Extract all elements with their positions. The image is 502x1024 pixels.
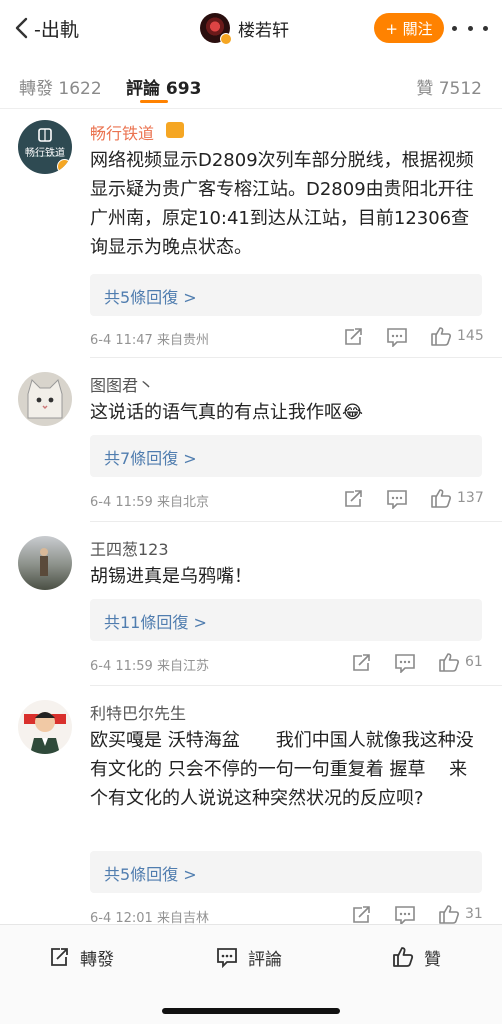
avatar[interactable] bbox=[18, 536, 72, 590]
reply-box[interactable]: 共11條回復 > bbox=[90, 599, 482, 641]
more-icon[interactable] bbox=[452, 16, 488, 40]
avatar-label: 畅行铁道 bbox=[25, 148, 65, 159]
tab-like[interactable]: 贊 7512 bbox=[416, 74, 482, 99]
like-count: 137 bbox=[457, 490, 484, 506]
comment-label: 評論 bbox=[248, 949, 282, 970]
comment-icon bbox=[217, 948, 237, 968]
page-title: 楼若轩 bbox=[238, 20, 289, 41]
comment-meta: 6-4 11:59 来自江苏 bbox=[90, 659, 209, 674]
view-replies-link[interactable]: 共7條回復 > bbox=[104, 445, 197, 469]
comment-author[interactable]: 图图君丶 bbox=[90, 372, 154, 396]
like-count: 61 bbox=[465, 654, 483, 670]
nav-user[interactable]: 楼若轩 bbox=[200, 12, 289, 45]
divider bbox=[0, 108, 502, 109]
comment-icon[interactable] bbox=[386, 489, 408, 509]
like-count: 145 bbox=[457, 328, 484, 344]
tab-repost[interactable]: 轉發 1622 bbox=[19, 74, 102, 99]
tab-comment[interactable]: 評論 693 bbox=[126, 74, 201, 99]
verified-badge-icon bbox=[220, 33, 232, 45]
reply-box[interactable]: 共5條回復 > bbox=[90, 274, 482, 316]
comment-button[interactable]: 評論 bbox=[216, 943, 282, 971]
reply-box[interactable]: 共5條回復 > bbox=[90, 851, 482, 893]
like-icon[interactable] bbox=[438, 652, 460, 672]
like-button[interactable]: 贊 bbox=[392, 943, 441, 971]
share-icon[interactable] bbox=[342, 327, 364, 347]
divider bbox=[90, 685, 502, 686]
divider bbox=[90, 521, 502, 522]
share-icon[interactable] bbox=[350, 905, 372, 925]
like-count: 31 bbox=[465, 906, 483, 922]
share-icon[interactable] bbox=[342, 489, 364, 509]
home-indicator[interactable] bbox=[162, 1008, 340, 1014]
comment-icon[interactable] bbox=[394, 905, 416, 925]
comment-author[interactable]: 王四葱123 bbox=[90, 536, 169, 560]
avatar[interactable] bbox=[18, 700, 72, 754]
tab-bar: 轉發 1622 評論 693 贊 7512 bbox=[0, 64, 502, 108]
share-icon[interactable] bbox=[350, 653, 372, 673]
comment-meta: 6-4 11:59 来自北京 bbox=[90, 495, 209, 510]
cat-icon bbox=[27, 379, 63, 419]
view-replies-link[interactable]: 共5條回復 > bbox=[104, 284, 197, 308]
comment-text: 胡锡进真是乌鸦嘴！ bbox=[90, 566, 252, 587]
divider bbox=[90, 357, 502, 358]
like-icon[interactable] bbox=[430, 326, 452, 346]
repost-button[interactable]: 轉發 bbox=[48, 943, 114, 971]
avatar[interactable] bbox=[200, 13, 232, 45]
comment-text: 这说话的语气真的有点让我作呕😂 bbox=[90, 402, 364, 423]
back-button[interactable]: -出軌 bbox=[12, 12, 79, 44]
like-icon[interactable] bbox=[430, 488, 452, 508]
like-icon bbox=[393, 947, 414, 967]
comment-meta: 6-4 11:47 来自贵州 bbox=[90, 333, 209, 348]
avatar[interactable]: 畅行铁道 bbox=[18, 120, 72, 174]
avatar[interactable] bbox=[18, 372, 72, 426]
verified-badge-icon bbox=[57, 159, 72, 174]
chevron-left-icon bbox=[15, 17, 28, 39]
reply-box[interactable]: 共7條回復 > bbox=[90, 435, 482, 477]
comment-author[interactable]: 畅行铁道 bbox=[90, 120, 154, 144]
top-nav: -出軌 楼若轩 + 關注 bbox=[0, 0, 502, 56]
tab-active-indicator bbox=[140, 100, 168, 103]
comment-author[interactable]: 利特巴尔先生 bbox=[90, 700, 186, 724]
back-label: -出軌 bbox=[34, 18, 79, 41]
view-replies-link[interactable]: 共5條回復 > bbox=[104, 861, 197, 885]
cartoon-man-icon bbox=[24, 712, 66, 754]
like-icon[interactable] bbox=[438, 904, 460, 924]
comment-text: 网络视频显示D2809次列车部分脱线，根据视频显示疑为贵广客专榕江站。D2809… bbox=[90, 150, 474, 258]
person-photo-icon bbox=[40, 548, 48, 576]
repost-label: 轉發 bbox=[80, 949, 114, 970]
comment-text: 欧买嘎是 沃特海盆 我们中国人就像我这种没有文化的 只会不停的一句一句重复着 握… bbox=[90, 730, 474, 809]
comment-icon[interactable] bbox=[394, 653, 416, 673]
comment-icon[interactable] bbox=[386, 327, 408, 347]
like-label: 贊 bbox=[424, 949, 441, 970]
crown-icon bbox=[166, 122, 184, 138]
follow-button[interactable]: + 關注 bbox=[374, 13, 444, 43]
view-replies-link[interactable]: 共11條回復 > bbox=[104, 609, 207, 633]
repost-icon bbox=[51, 948, 68, 966]
